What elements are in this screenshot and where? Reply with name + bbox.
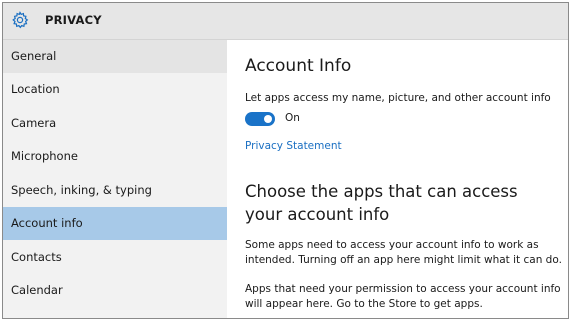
info-paragraph-1: Some apps need to access your account in… (245, 239, 562, 266)
sidebar: General Location Camera Microphone Speec… (3, 40, 227, 318)
sidebar-item-location[interactable]: Location (3, 73, 227, 106)
gear-icon (11, 11, 29, 29)
toggle-state-label: On (285, 112, 300, 124)
sidebar-item-speech-inking-typing[interactable]: Speech, inking, & typing (3, 174, 227, 207)
sidebar-item-microphone[interactable]: Microphone (3, 140, 227, 173)
sidebar-item-account-info[interactable]: Account info (3, 207, 227, 240)
sidebar-item-contacts[interactable]: Contacts (3, 241, 227, 274)
privacy-statement-link[interactable]: Privacy Statement (245, 140, 342, 152)
sidebar-item-general[interactable]: General (3, 40, 227, 73)
page-title: Account Info (245, 56, 352, 76)
section-heading: Choose the apps that can access your acc… (245, 182, 518, 224)
account-info-toggle[interactable] (245, 112, 275, 126)
toggle-knob (264, 115, 272, 123)
title-bar: PRIVACY (3, 3, 568, 40)
sidebar-item-camera[interactable]: Camera (3, 107, 227, 140)
settings-window: PRIVACY General Location Camera Micropho… (2, 2, 569, 319)
window-title: PRIVACY (45, 13, 102, 27)
main-content: Account Info Let apps access my name, pi… (227, 40, 568, 318)
sidebar-item-calendar[interactable]: Calendar (3, 274, 227, 307)
toggle-description: Let apps access my name, picture, and ot… (245, 92, 551, 104)
info-paragraph-2: Apps that need your permission to access… (245, 283, 561, 310)
